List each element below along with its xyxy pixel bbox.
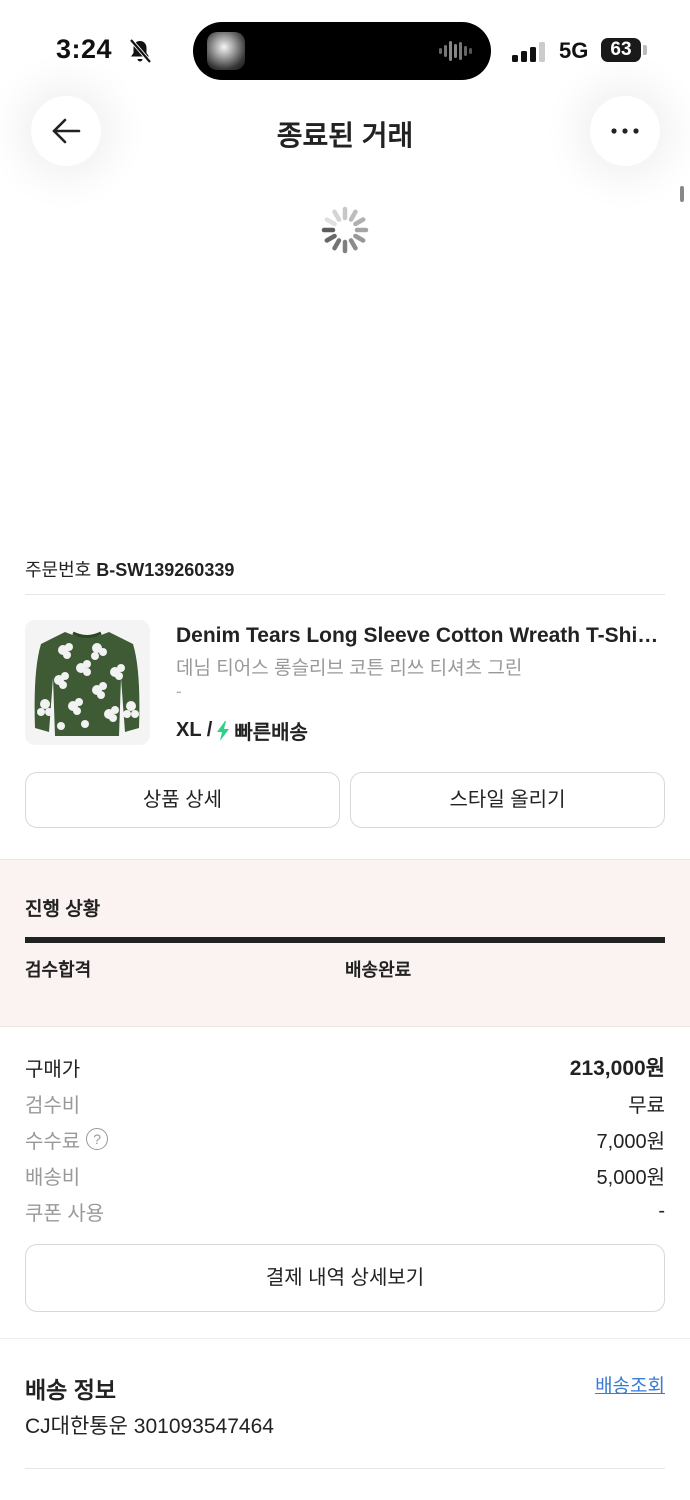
price-label: 배송비 (25, 1166, 81, 1189)
product-detail-button[interactable]: 상품 상세 (25, 772, 340, 828)
price-label: 쿠폰 사용 (25, 1202, 105, 1225)
product-option-placeholder: - (176, 682, 182, 701)
price-value: 7,000원 (596, 1130, 665, 1153)
order-number-label: 주문번호 (25, 560, 92, 580)
loading-spinner-icon (321, 206, 369, 254)
price-row-purchase: 구매가 213,000원 (25, 1052, 665, 1082)
progress-title: 진행 상황 (25, 899, 101, 920)
shipping-title: 배송 정보 (25, 1377, 117, 1403)
price-value: 무료 (628, 1094, 665, 1117)
dynamic-island (193, 22, 491, 80)
section-divider (0, 1338, 690, 1339)
order-number: 주문번호 B-SW139260339 (25, 556, 234, 582)
header: 종료된 거래 (0, 96, 690, 168)
divider (25, 1468, 665, 1469)
progress-section: 진행 상황 검수합격 배송완료 (0, 859, 690, 1027)
price-label: 검수비 (25, 1094, 81, 1117)
payment-detail-button[interactable]: 결제 내역 상세보기 (25, 1244, 665, 1312)
track-shipment-link[interactable]: 배송조회 (595, 1371, 665, 1398)
product-size: XL / (176, 719, 213, 741)
progress-step-inspection-passed: 검수합격 (25, 960, 92, 980)
lightning-icon (217, 720, 230, 741)
camera-icon (207, 32, 245, 70)
order-number-value: B-SW139260339 (96, 560, 235, 580)
price-label: 구매가 (25, 1058, 81, 1081)
audio-wave-icon (439, 41, 472, 61)
price-row-fee: 수수료 ? 7,000원 (25, 1124, 665, 1154)
price-value: 213,000원 (569, 1057, 665, 1080)
page-title: 종료된 거래 (276, 120, 414, 151)
price-row-shipping: 배송비 5,000원 (25, 1160, 665, 1190)
product-image[interactable] (25, 620, 150, 745)
price-label: 수수료 (25, 1130, 81, 1153)
progress-bar (25, 937, 665, 943)
progress-step-delivered: 배송완료 (345, 960, 412, 980)
status-time: 3:24 (56, 34, 113, 64)
product-delivery-type: 빠른배송 (234, 722, 308, 744)
more-button[interactable] (590, 96, 660, 166)
product-subtitle: 데님 티어스 롱슬리브 코튼 리쓰 티셔츠 그린 (176, 658, 523, 679)
divider (25, 594, 665, 595)
signal-icon (512, 42, 545, 62)
carrier-tracking-number: CJ대한통운 301093547464 (25, 1415, 274, 1438)
more-horizontal-icon (611, 128, 639, 134)
bell-off-icon (129, 38, 152, 64)
price-value: - (658, 1199, 665, 1222)
product-options: XL / 빠른배송 (176, 716, 308, 745)
price-row-coupon: 쿠폰 사용 - (25, 1196, 665, 1226)
battery-level: 63 (610, 39, 632, 60)
price-label-wrap: 수수료 ? (25, 1125, 109, 1154)
battery-icon: 63 (601, 38, 641, 62)
product-name[interactable]: Denim Tears Long Sleeve Cotton Wreath T-… (176, 624, 666, 648)
price-row-inspection: 검수비 무료 (25, 1088, 665, 1118)
sweater-icon (34, 631, 140, 736)
price-value: 5,000원 (596, 1166, 665, 1189)
status-bar: 3:24 5G 63 (0, 0, 690, 100)
battery-tip (643, 45, 647, 55)
scrollbar-thumb[interactable] (680, 186, 684, 202)
upload-style-button[interactable]: 스타일 올리기 (350, 772, 665, 828)
network-type: 5G (559, 38, 589, 63)
help-icon[interactable]: ? (86, 1128, 109, 1150)
